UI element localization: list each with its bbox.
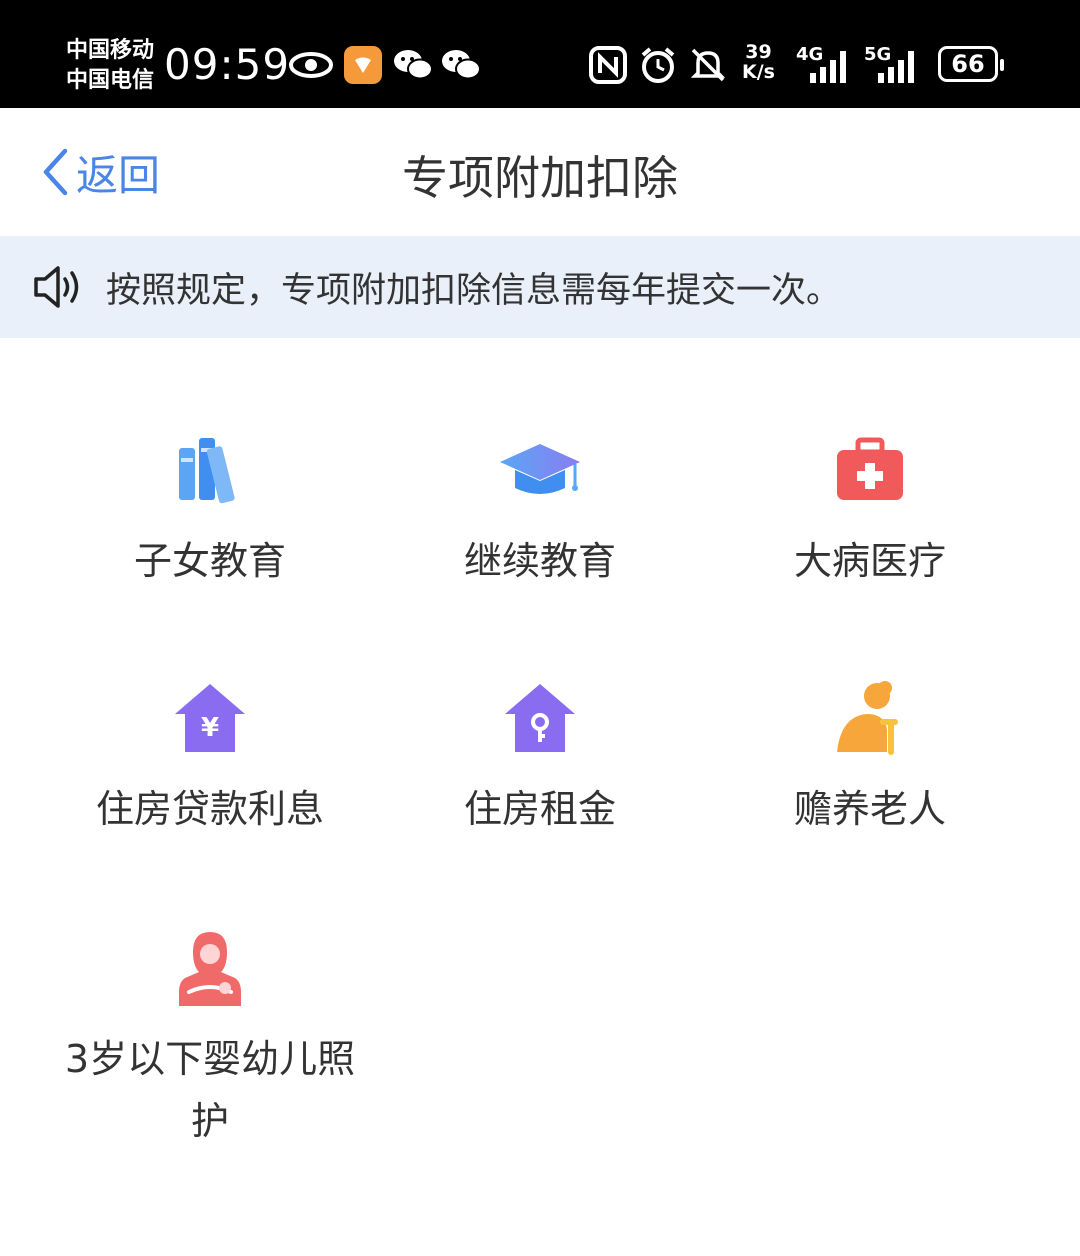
item-label: 子女教育	[133, 539, 286, 583]
wechat-icon	[440, 40, 482, 90]
battery-icon: 66	[938, 46, 1004, 82]
item-label: 住房租金	[463, 787, 616, 831]
net-speed: 39 K/s	[742, 42, 775, 82]
svg-text:¥: ¥	[201, 713, 219, 743]
item-label: 继续教育	[463, 539, 616, 583]
item-infant-care[interactable]: 3岁以下婴幼儿照 护	[60, 926, 360, 1152]
carrier-1: 中国移动	[66, 38, 155, 63]
item-label: 赡养老人	[793, 787, 946, 831]
item-continuing-education[interactable]: 继续教育	[390, 428, 690, 592]
item-label-line-1: 3岁以下婴幼儿照	[64, 1037, 356, 1081]
wechat-icon	[392, 40, 434, 90]
signal-5g-label: 5G	[864, 44, 892, 65]
nfc-icon	[588, 40, 628, 90]
item-children-education[interactable]: 子女教育	[60, 428, 360, 592]
carrier-2: 中国电信	[66, 68, 155, 93]
app-badge-icon	[342, 40, 384, 90]
item-serious-illness[interactable]: 大病医疗	[720, 428, 1020, 592]
carrier-labels: 中国移动 中国电信	[66, 36, 154, 96]
item-label: 住房贷款利息	[95, 787, 324, 831]
item-housing-loan-interest[interactable]: ¥ 住房贷款利息	[60, 676, 360, 840]
item-elderly-support[interactable]: 赡养老人	[720, 676, 1020, 840]
house-key-icon	[505, 684, 575, 752]
clock: 09:59	[164, 40, 291, 89]
status-bar: 中国移动 中国电信 09:59 39 K/s 4G 5G 66	[0, 0, 1080, 108]
item-housing-rent[interactable]: 住房租金	[390, 676, 690, 840]
signal-icon: 5G	[864, 40, 922, 90]
notice-text: 按照规定，专项附加扣除信息需每年提交一次。	[106, 270, 842, 311]
mother-baby-icon	[179, 932, 241, 1006]
notice-banner: 按照规定，专项附加扣除信息需每年提交一次。	[0, 236, 1080, 338]
item-label: 大病医疗	[793, 539, 946, 583]
signal-4g-label: 4G	[796, 44, 824, 65]
item-label: 3岁以下婴幼儿照 护	[60, 1028, 360, 1152]
medical-kit-icon	[837, 437, 903, 500]
battery-level: 66	[951, 50, 985, 78]
eye-icon	[288, 40, 334, 90]
alarm-icon	[638, 40, 678, 90]
elderly-icon	[837, 681, 898, 755]
mute-icon	[688, 40, 728, 90]
page-title: 专项附加扣除	[402, 151, 678, 205]
net-speed-unit: K/s	[742, 61, 775, 83]
signal-icon: 4G	[796, 40, 854, 90]
net-speed-value: 39	[745, 41, 772, 63]
item-label-line-2: 护	[190, 1099, 229, 1143]
nav-header: 返回 专项附加扣除	[0, 108, 1080, 236]
speaker-icon	[34, 266, 79, 308]
graduation-cap-icon	[500, 444, 580, 494]
books-icon	[179, 438, 235, 504]
house-yen-icon: ¥	[175, 684, 245, 752]
